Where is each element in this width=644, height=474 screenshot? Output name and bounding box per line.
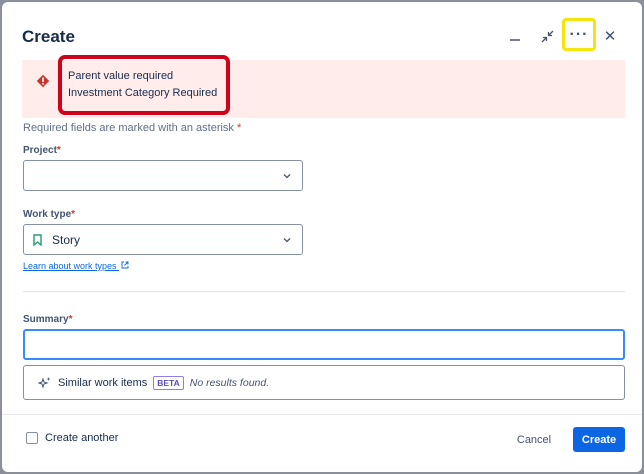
minimize-icon bbox=[510, 39, 520, 41]
cancel-button[interactable]: Cancel bbox=[507, 428, 561, 452]
story-icon bbox=[32, 233, 43, 246]
work-type-label: Work type* bbox=[23, 209, 76, 220]
work-type-value: Story bbox=[52, 232, 81, 247]
project-label: Project* bbox=[23, 145, 61, 156]
sparkle-icon bbox=[38, 376, 52, 390]
collapse-icon bbox=[541, 30, 553, 42]
more-button[interactable]: ··· bbox=[562, 18, 596, 51]
section-divider bbox=[23, 291, 625, 292]
required-asterisk: * bbox=[237, 122, 242, 134]
error-message: Investment Category Required bbox=[68, 87, 218, 99]
more-icon: ··· bbox=[569, 25, 589, 43]
similar-work-items-label: Similar work items bbox=[58, 376, 148, 389]
create-another-label: Create another bbox=[45, 432, 119, 444]
create-another-checkbox[interactable] bbox=[26, 432, 38, 444]
error-icon bbox=[36, 74, 50, 88]
error-message: Parent value required bbox=[68, 70, 174, 82]
work-type-select[interactable]: Story bbox=[23, 224, 303, 255]
similar-work-items-panel: Similar work items BETA No results found… bbox=[23, 365, 625, 400]
close-button[interactable]: ✕ bbox=[596, 22, 624, 50]
required-fields-note: Required fields are marked with an aster… bbox=[23, 122, 242, 134]
no-results-text: No results found. bbox=[189, 376, 270, 389]
chevron-down-icon bbox=[283, 174, 291, 179]
minimize-button[interactable] bbox=[501, 22, 529, 50]
create-dialog: Create ··· ✕ Parent value required Inves… bbox=[2, 2, 642, 472]
dialog-title: Create bbox=[22, 27, 75, 46]
required-asterisk: * bbox=[56, 145, 61, 156]
project-select[interactable] bbox=[23, 160, 303, 191]
chevron-down-icon bbox=[283, 238, 291, 243]
required-asterisk: * bbox=[71, 209, 76, 220]
learn-work-types-link[interactable]: Learn about work types bbox=[23, 261, 129, 271]
beta-badge: BETA bbox=[153, 375, 184, 390]
create-another-toggle[interactable]: Create another bbox=[26, 432, 118, 444]
error-messages: Parent value required Investment Categor… bbox=[58, 55, 230, 115]
create-button[interactable]: Create bbox=[573, 427, 625, 452]
error-alert: Parent value required Investment Categor… bbox=[22, 55, 625, 118]
summary-label: Summary* bbox=[23, 314, 73, 325]
close-icon: ✕ bbox=[603, 28, 617, 45]
summary-input[interactable] bbox=[23, 329, 625, 360]
footer-divider bbox=[2, 414, 642, 415]
external-link-icon bbox=[121, 261, 129, 269]
collapse-button[interactable] bbox=[533, 22, 561, 50]
required-asterisk: * bbox=[68, 314, 73, 325]
